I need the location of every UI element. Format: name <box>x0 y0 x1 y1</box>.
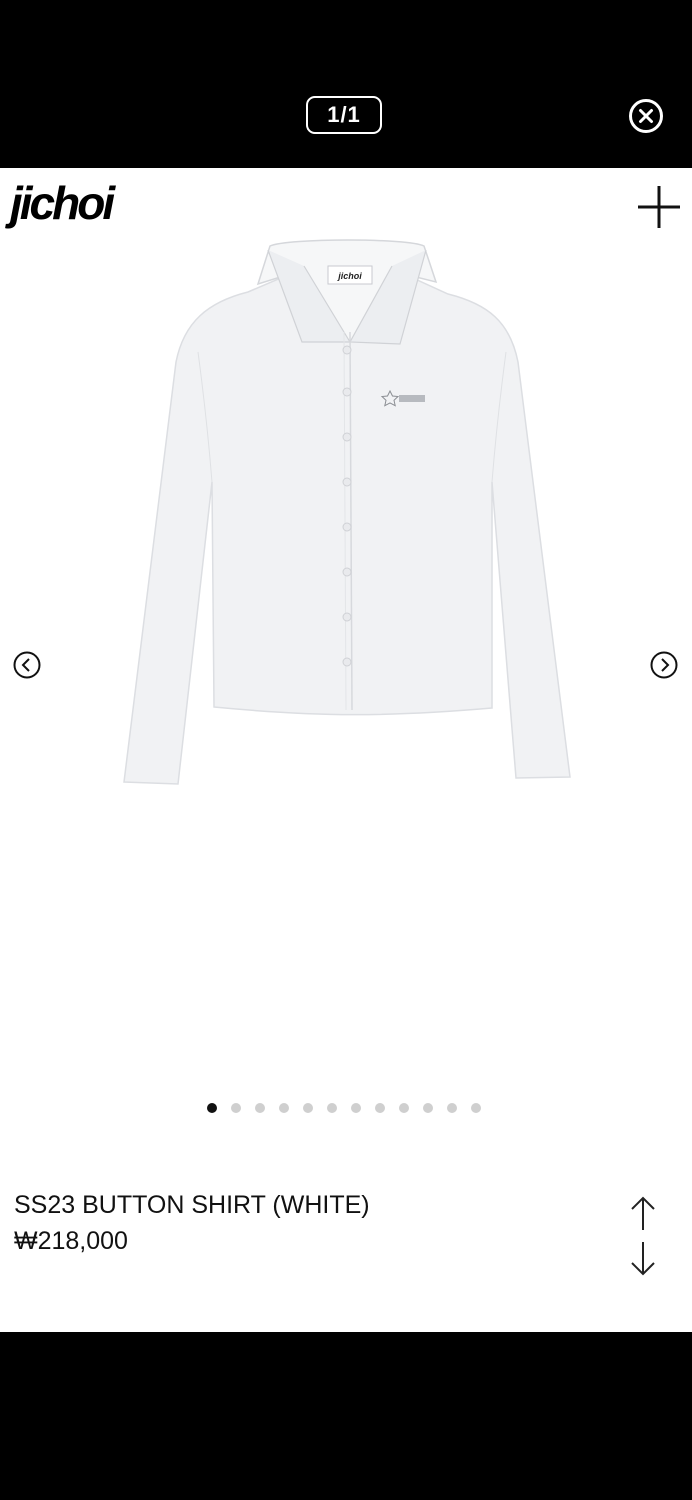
product-page: jichoi jichoi SS23 BUTTON SHIRT (WHITE) … <box>0 168 692 1332</box>
arrow-up-icon[interactable] <box>628 1196 658 1232</box>
carousel-dot[interactable] <box>423 1103 433 1113</box>
product-image: jichoi <box>123 239 571 785</box>
chevron-left-icon[interactable] <box>13 651 41 679</box>
viewer-top-bar: 1/1 <box>0 0 692 168</box>
carousel-dot[interactable] <box>303 1103 313 1113</box>
carousel-dot[interactable] <box>231 1103 241 1113</box>
carousel-dot[interactable] <box>471 1103 481 1113</box>
plus-icon[interactable] <box>636 184 682 230</box>
carousel-dot[interactable] <box>255 1103 265 1113</box>
image-counter: 1/1 <box>306 96 382 134</box>
carousel-dots <box>207 1103 481 1113</box>
carousel-dot[interactable] <box>375 1103 385 1113</box>
brand-logo[interactable]: jichoi <box>10 180 115 226</box>
carousel-dot[interactable] <box>327 1103 337 1113</box>
neck-label: jichoi <box>337 271 362 281</box>
arrow-down-icon[interactable] <box>628 1240 658 1276</box>
chevron-right-icon[interactable] <box>650 651 678 679</box>
carousel-dot[interactable] <box>447 1103 457 1113</box>
carousel-dot[interactable] <box>207 1103 217 1113</box>
carousel-dot[interactable] <box>399 1103 409 1113</box>
carousel-dot[interactable] <box>279 1103 289 1113</box>
viewer-bottom-bar <box>0 1332 692 1500</box>
product-price: ₩218,000 <box>14 1227 128 1255</box>
carousel-dot[interactable] <box>351 1103 361 1113</box>
product-title: SS23 BUTTON SHIRT (WHITE) <box>14 1191 370 1219</box>
close-icon[interactable] <box>628 98 664 134</box>
